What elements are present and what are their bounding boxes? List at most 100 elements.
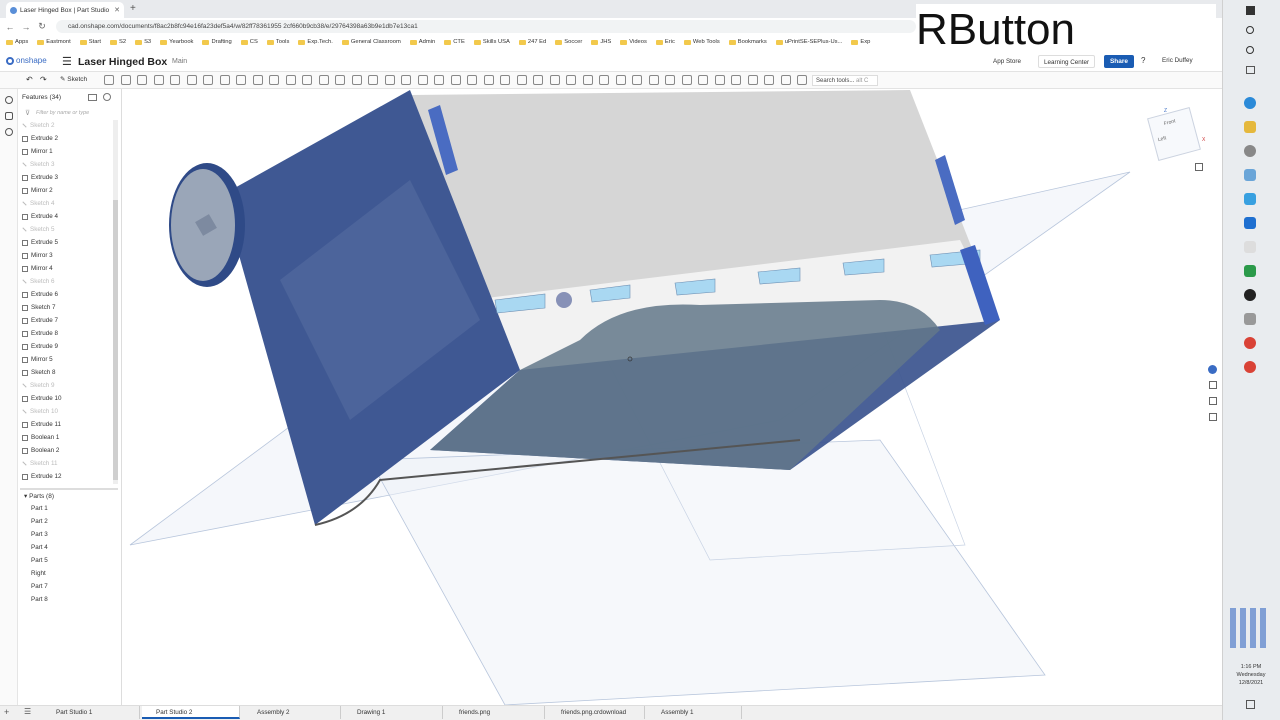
share-button[interactable]: Share	[1104, 55, 1134, 68]
toolbar-tool-icon[interactable]	[797, 75, 807, 85]
view-cube-left[interactable]: Left	[1157, 135, 1167, 143]
bookmark-item[interactable]: CS	[240, 39, 258, 45]
bookmark-item[interactable]: Web Tools	[683, 39, 720, 45]
bookmark-item[interactable]: Exp.Tech.	[298, 39, 333, 45]
document-title[interactable]: Laser Hinged Box	[78, 56, 167, 68]
bookmark-item[interactable]: Videos	[620, 39, 647, 45]
parts-header[interactable]: ▾ Parts (8)	[24, 492, 54, 500]
back-icon[interactable]: ←	[4, 22, 16, 32]
toolbar-tool-icon[interactable]	[418, 75, 428, 85]
app-store-button[interactable]: App Store	[988, 55, 1027, 68]
bookmark-item[interactable]: S3	[135, 39, 151, 45]
document-tab[interactable]: friends.png	[445, 706, 545, 719]
feature-item[interactable]: Extrude 10	[22, 392, 61, 405]
feature-item[interactable]: Boolean 1	[22, 431, 59, 444]
feature-item[interactable]: Mirror 1	[22, 145, 53, 158]
toolbar-tool-icon[interactable]	[500, 75, 510, 85]
graphics-viewport[interactable]	[123, 89, 1222, 705]
cortana-icon[interactable]	[1246, 46, 1254, 54]
app-icon[interactable]	[1244, 313, 1256, 325]
app-icon[interactable]	[1244, 193, 1256, 205]
toolbar-tool-icon[interactable]	[649, 75, 659, 85]
toolbar-tool-icon[interactable]	[632, 75, 642, 85]
feature-item[interactable]: Extrude 4	[22, 210, 58, 223]
bookmark-item[interactable]: uPrintSE-SEPlus-Us...	[775, 39, 842, 45]
menu-icon[interactable]: ☰	[62, 55, 72, 68]
part-item[interactable]: Part 5	[31, 557, 48, 564]
part-item[interactable]: Part 1	[31, 505, 48, 512]
reload-icon[interactable]: ↻	[36, 21, 48, 32]
document-tab[interactable]: Drawing 1	[343, 706, 443, 719]
right-panel-configure-icon[interactable]	[1209, 413, 1217, 421]
toolbar-tool-icon[interactable]	[236, 75, 246, 85]
toolbar-tool-icon[interactable]	[220, 75, 230, 85]
document-tab[interactable]: Assembly 1	[647, 706, 742, 719]
user-menu[interactable]: Eric Duffey	[1162, 57, 1193, 64]
toolbar-tool-icon[interactable]	[269, 75, 279, 85]
tab-manager-icon[interactable]: ☰	[24, 707, 31, 716]
comments-icon[interactable]	[5, 112, 13, 120]
toolbar-tool-icon[interactable]	[781, 75, 791, 85]
feature-item[interactable]: Extrude 12	[22, 470, 61, 483]
bookmark-item[interactable]: Exp	[851, 39, 870, 45]
address-bar[interactable]: cad.onshape.com/documents/f8ac2b8fc94e16…	[56, 20, 916, 33]
toolbar-tool-icon[interactable]	[286, 75, 296, 85]
settings-gear-icon[interactable]	[1244, 145, 1256, 157]
toolbar-tool-icon[interactable]	[715, 75, 725, 85]
feature-item[interactable]: Extrude 8	[22, 327, 58, 340]
toolbar-tool-icon[interactable]	[352, 75, 362, 85]
workspace-name[interactable]: Main	[172, 58, 187, 65]
right-panel-measure-icon[interactable]	[1209, 397, 1217, 405]
feature-item[interactable]: Boolean 2	[22, 444, 59, 457]
feature-item[interactable]: Extrude 2	[22, 132, 58, 145]
app-icon[interactable]	[1244, 289, 1256, 301]
browser-tab[interactable]: Laser Hinged Box | Part Studio 2 ✕	[6, 2, 124, 18]
app-icon[interactable]	[1244, 169, 1256, 181]
bookmark-item[interactable]: Eric	[655, 39, 675, 45]
toolbar-tool-icon[interactable]	[665, 75, 675, 85]
feature-item[interactable]: Mirror 4	[22, 262, 53, 275]
toolbar-tool-icon[interactable]	[121, 75, 131, 85]
part-item[interactable]: Right	[31, 570, 46, 577]
part-item[interactable]: Part 4	[31, 544, 48, 551]
toolbar-tool-icon[interactable]	[698, 75, 708, 85]
feature-item[interactable]: Sketch 9	[22, 379, 55, 392]
feature-item[interactable]: Extrude 5	[22, 236, 58, 249]
toolbar-tool-icon[interactable]	[401, 75, 411, 85]
feature-item[interactable]: Sketch 8	[22, 366, 56, 379]
feature-item[interactable]: Mirror 2	[22, 184, 53, 197]
bookmark-item[interactable]: S2	[109, 39, 126, 45]
notification-icon[interactable]	[1246, 700, 1255, 709]
document-tab[interactable]: Assembly 2	[243, 706, 341, 719]
system-tray-icons[interactable]	[1230, 608, 1270, 648]
onshape-logo[interactable]: onshape	[6, 56, 47, 65]
toolbar-tool-icon[interactable]	[385, 75, 395, 85]
feature-item[interactable]: Sketch 2	[22, 119, 55, 132]
search-icon[interactable]	[1246, 26, 1254, 34]
part-item[interactable]: Part 8	[31, 596, 48, 603]
toolbar-tool-icon[interactable]	[533, 75, 543, 85]
taskbar-clock[interactable]: 1:16 PM Wednesday 12/8/2021	[1226, 663, 1276, 687]
toolbar-tool-icon[interactable]	[104, 75, 114, 85]
feature-item[interactable]: Mirror 3	[22, 249, 53, 262]
toolbar-tool-icon[interactable]	[566, 75, 576, 85]
toolbar-tool-icon[interactable]	[682, 75, 692, 85]
right-panel-appearance-icon[interactable]	[1208, 365, 1217, 374]
edge-icon[interactable]	[1244, 97, 1256, 109]
document-tab[interactable]: Part Studio 1	[42, 706, 140, 719]
toolbar-tool-icon[interactable]	[335, 75, 345, 85]
toolbar-tool-icon[interactable]	[154, 75, 164, 85]
toolbar-tool-icon[interactable]	[203, 75, 213, 85]
part-item[interactable]: Part 2	[31, 518, 48, 525]
toolbar-tool-icon[interactable]	[583, 75, 593, 85]
bookmark-item[interactable]: Eastmont	[37, 39, 71, 45]
feature-item[interactable]: Sketch 10	[22, 405, 58, 418]
chrome-icon[interactable]	[1244, 337, 1256, 349]
toolbar-tool-icon[interactable]	[451, 75, 461, 85]
right-panel-properties-icon[interactable]	[1209, 381, 1217, 389]
feature-item[interactable]: Extrude 9	[22, 340, 58, 353]
feature-item[interactable]: Mirror 5	[22, 353, 53, 366]
bookmark-item[interactable]: Tools	[266, 39, 289, 45]
feature-item[interactable]: Extrude 6	[22, 288, 58, 301]
toolbar-tool-icon[interactable]	[187, 75, 197, 85]
